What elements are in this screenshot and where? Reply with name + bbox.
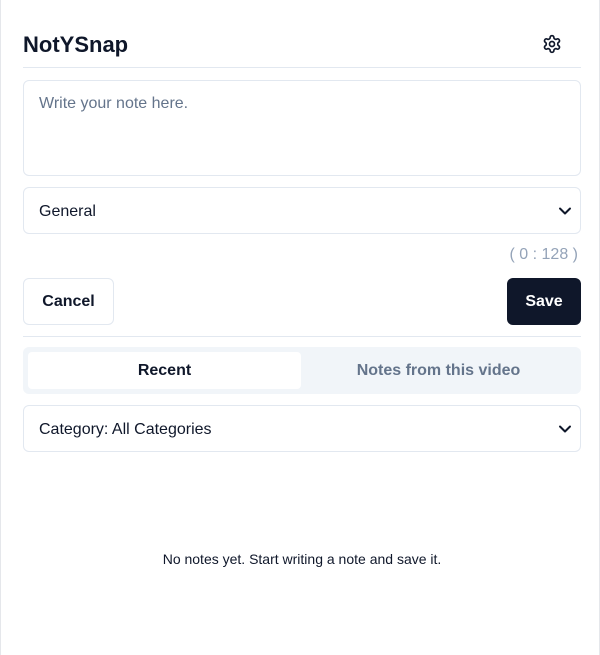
category-select-value: General: [39, 203, 96, 220]
category-select[interactable]: General: [23, 187, 581, 234]
note-textarea[interactable]: [23, 80, 581, 176]
tab-notes-from-this-video[interactable]: Notes from this video: [301, 352, 576, 389]
category-filter-select[interactable]: Category: All Categories: [23, 405, 581, 452]
save-button[interactable]: Save: [507, 278, 581, 325]
character-counter: ( 0 : 128 ): [509, 246, 578, 263]
empty-state-message: No notes yet. Start writing a note and s…: [162, 551, 442, 567]
chevron-down-icon: [558, 422, 572, 436]
app-title: NotYSnap: [23, 32, 129, 57]
gear-icon[interactable]: [542, 34, 562, 54]
header: NotYSnap: [23, 28, 581, 68]
tab-bar: Recent Notes from this video: [23, 347, 581, 394]
cancel-button[interactable]: Cancel: [23, 278, 114, 325]
extension-panel: NotYSnap General ( 0 : 128 ) Cancel Save…: [0, 0, 600, 655]
chevron-down-icon: [558, 204, 572, 218]
divider: [23, 336, 581, 337]
tab-recent[interactable]: Recent: [28, 352, 301, 389]
category-filter-value: Category: All Categories: [39, 421, 212, 438]
